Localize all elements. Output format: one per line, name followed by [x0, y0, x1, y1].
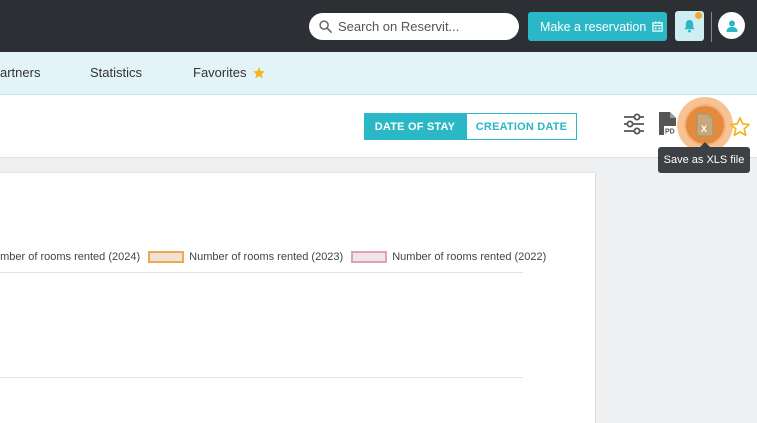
- search-input[interactable]: Search on Reservit...: [338, 19, 459, 34]
- star-icon: [253, 66, 266, 78]
- notifications-button[interactable]: [675, 11, 704, 41]
- pdf-icon[interactable]: PD: [657, 111, 679, 137]
- nav-item-favorites[interactable]: Favorites: [193, 65, 266, 80]
- nav-item-partners[interactable]: artners: [0, 65, 40, 80]
- chart-legend: umber of rooms rented (2024) Number of r…: [0, 251, 554, 263]
- chart-card: umber of rooms rented (2024) Number of r…: [0, 172, 596, 423]
- legend-item[interactable]: Number of rooms rented (2023): [148, 251, 343, 263]
- nav-item-favorites-label: Favorites: [193, 65, 247, 80]
- legend-label: Number of rooms rented (2023): [189, 251, 344, 263]
- xls-icon: X: [696, 113, 714, 137]
- legend-label: Number of rooms rented (2022): [392, 251, 547, 263]
- notification-badge: [695, 12, 702, 19]
- svg-text:PD: PD: [665, 129, 675, 136]
- make-reservation-label: Make a reservation: [540, 19, 647, 34]
- chart-gridline: [0, 272, 523, 273]
- star-icon[interactable]: [729, 116, 751, 138]
- legend-item[interactable]: Number of rooms rented (2022): [351, 251, 546, 263]
- svg-text:X: X: [701, 124, 707, 134]
- legend-swatch: [148, 251, 185, 263]
- creation-date-button[interactable]: CREATION DATE: [466, 113, 577, 140]
- sliders-icon[interactable]: [622, 112, 646, 136]
- legend-label: umber of rooms rented (2024): [0, 251, 141, 263]
- chart-gridline: [0, 377, 523, 378]
- make-reservation-button[interactable]: Make a reservation: [528, 12, 667, 41]
- header-divider: [711, 12, 712, 42]
- top-bar: Search on Reservit... Make a reservation: [0, 0, 757, 52]
- stats-toolbar: DATE OF STAY CREATION DATE PD: [0, 95, 757, 158]
- calendar-icon: [652, 21, 663, 32]
- main-nav: artners Statistics Favorites: [0, 52, 757, 95]
- legend-swatch: [351, 251, 388, 263]
- date-of-stay-button[interactable]: DATE OF STAY: [364, 113, 466, 140]
- user-avatar-button[interactable]: [718, 12, 745, 39]
- search-box[interactable]: Search on Reservit...: [309, 13, 519, 40]
- user-icon: [726, 20, 737, 32]
- nav-item-statistics[interactable]: Statistics: [90, 65, 142, 80]
- legend-item[interactable]: umber of rooms rented (2024): [0, 251, 140, 263]
- bell-icon: [684, 19, 695, 33]
- search-icon: [319, 20, 332, 33]
- xls-tooltip: Save as XLS file: [658, 142, 750, 173]
